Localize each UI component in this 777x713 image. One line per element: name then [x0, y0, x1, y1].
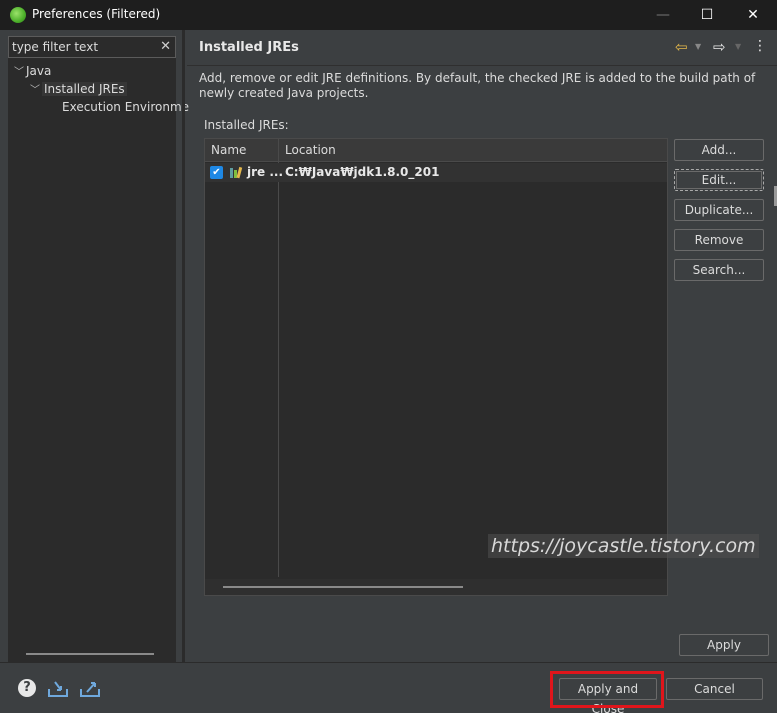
- table-header: Name Location: [205, 139, 667, 162]
- jre-location-cell: C:₩Java₩jdk1.8.0_201: [285, 165, 440, 179]
- jre-name-cell: jre ...: [247, 165, 284, 179]
- app-logo-icon: [10, 7, 26, 23]
- import-icon[interactable]: [47, 680, 69, 698]
- library-icon: [230, 166, 243, 179]
- page-title: Installed JREs: [199, 40, 299, 55]
- arrow-left-icon[interactable]: ⇦: [675, 38, 688, 56]
- table-horizontal-scrollbar[interactable]: [205, 579, 667, 595]
- divider: [0, 662, 777, 663]
- horizontal-scrollbar[interactable]: [26, 653, 154, 655]
- minimize-button[interactable]: —: [640, 0, 686, 30]
- tree-item-label: Execution Environme: [62, 100, 190, 114]
- chevron-down-icon[interactable]: ﹀: [14, 64, 26, 82]
- tree-item-installed-jres[interactable]: ﹀ Installed JREs: [30, 80, 127, 98]
- jre-checkbox[interactable]: ✔: [210, 166, 223, 179]
- preferences-tree-panel: ✕ ﹀Java ﹀Installed JREs Execution Enviro…: [8, 36, 189, 662]
- filter-box: ✕: [8, 36, 176, 58]
- chevron-down-icon: ▼: [735, 42, 742, 51]
- chevron-down-icon[interactable]: ▼: [695, 42, 701, 51]
- help-icon[interactable]: ?: [18, 679, 36, 697]
- apply-button[interactable]: Apply: [679, 634, 769, 656]
- add-button[interactable]: Add...: [674, 139, 764, 161]
- export-icon[interactable]: [79, 680, 101, 698]
- scrollbar-thumb[interactable]: [223, 586, 463, 588]
- page-description: Add, remove or edit JRE definitions. By …: [199, 71, 756, 100]
- column-header-name[interactable]: Name: [211, 143, 246, 157]
- highlight-annotation: [550, 671, 664, 708]
- arrow-right-icon[interactable]: ⇨: [713, 38, 726, 56]
- tree-item-execution-environments[interactable]: Execution Environme: [62, 98, 189, 116]
- tree-item-label: Installed JREs: [42, 82, 127, 96]
- page-header: Installed JREs ⇦ ▼ ⇨ ▼ ⋮: [187, 30, 777, 66]
- chevron-down-icon[interactable]: ﹀: [30, 82, 42, 100]
- duplicate-button[interactable]: Duplicate...: [674, 199, 764, 221]
- close-button[interactable]: ✕: [730, 0, 776, 30]
- column-header-location[interactable]: Location: [285, 143, 336, 157]
- cancel-button[interactable]: Cancel: [666, 678, 763, 700]
- edit-button[interactable]: Edit...: [674, 169, 764, 191]
- title-bar: Preferences (Filtered) — ☐ ✕: [0, 0, 777, 30]
- installed-jres-label: Installed JREs:: [204, 118, 289, 132]
- remove-button[interactable]: Remove: [674, 229, 764, 251]
- tree-item-label: Java: [26, 64, 52, 78]
- watermark: https://joycastle.tistory.com: [488, 534, 759, 558]
- view-menu-icon[interactable]: ⋮: [753, 38, 767, 54]
- maximize-button[interactable]: ☐: [684, 0, 730, 30]
- jre-table: Name Location ✔ jre ... C:₩Java₩jdk1.8.0…: [204, 138, 668, 596]
- search-button[interactable]: Search...: [674, 259, 764, 281]
- tree-item-java[interactable]: ﹀ Java: [14, 62, 51, 80]
- table-row[interactable]: ✔ jre ... C:₩Java₩jdk1.8.0_201: [205, 163, 667, 182]
- window-title: Preferences (Filtered): [32, 7, 161, 21]
- filter-input[interactable]: [9, 37, 154, 57]
- column-divider[interactable]: [278, 139, 279, 577]
- clear-filter-icon[interactable]: ✕: [160, 39, 171, 54]
- panel-divider[interactable]: [182, 30, 185, 662]
